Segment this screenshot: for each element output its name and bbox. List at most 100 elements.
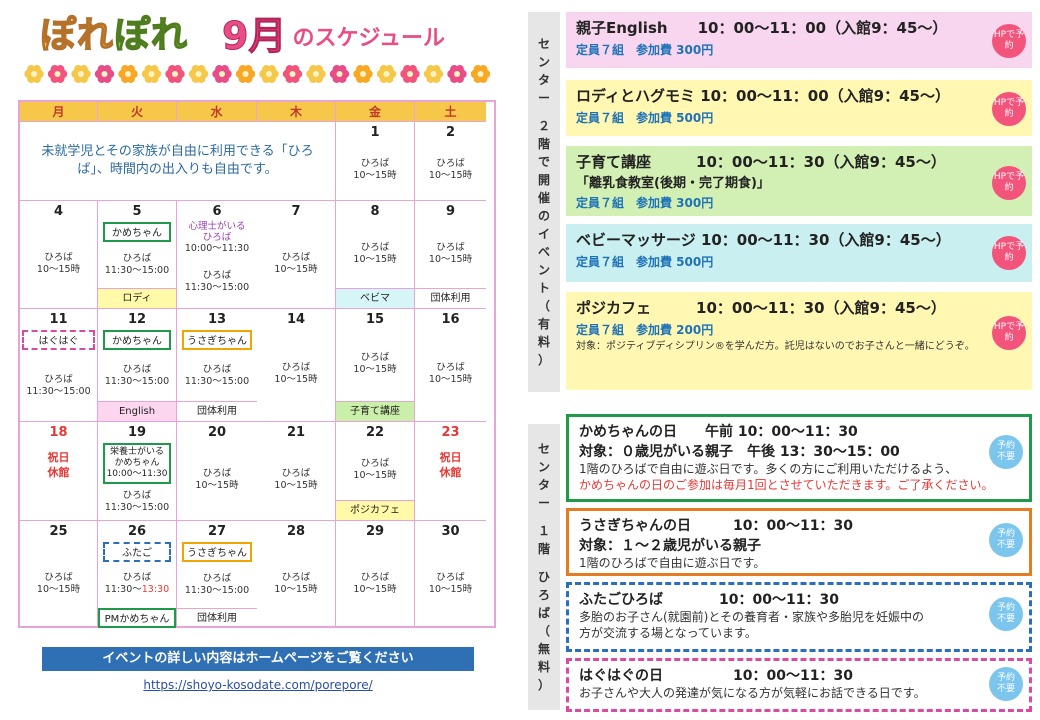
side-label-char: 階 <box>537 137 550 151</box>
kamechan-card: かめちゃんの日 午前 10：00〜11：30 対象：０歳児がいる親子 午後 13… <box>566 414 1032 502</box>
day-cell-23: 23 祝日休館 <box>415 422 486 521</box>
flower-center <box>454 71 460 77</box>
group-use-tag: 団体利用 <box>415 288 486 308</box>
kamechan-tag: かめちゃん <box>102 222 172 242</box>
flower-center <box>360 71 366 77</box>
page-subtitle: のスケジュール <box>292 26 445 51</box>
side-label-char: ー <box>537 496 550 510</box>
day-cell-21: 21 ひろば 10〜15時 <box>257 422 336 521</box>
event-card-posicafe: ポジカフェ 10：00〜11：30（入館9：45〜） 定員７組 参加費 200円… <box>566 292 1032 390</box>
day-cell-12: 12 かめちゃん ひろば 11:30〜15:00 English <box>98 309 177 422</box>
flower-center <box>407 71 413 77</box>
side-label-char: ン <box>537 263 550 277</box>
side-label-char: 階 <box>537 542 550 556</box>
side-label-char: の <box>537 209 550 223</box>
day-cell-13: 13 うさぎちゃん ひろば 11:30〜15:00 団体利用 <box>177 309 257 422</box>
day-cell-19: 19 栄養士がいる かめちゃん 10:00〜11:30 ひろば 11:30〜15:… <box>98 422 177 521</box>
weekday-thu: 木 <box>257 102 336 122</box>
usagichan-tag: うさぎちゃん <box>181 542 253 562</box>
page-header: ぽれぽれ 9月 のスケジュール <box>39 8 445 59</box>
side-label-char: ろ <box>537 588 550 602</box>
side-label-char: ひ <box>537 570 550 584</box>
side-label-char: タ <box>537 478 550 492</box>
flower-center <box>125 71 131 77</box>
side-label-char: ば <box>537 606 550 620</box>
hp-reserve-badge[interactable]: HPで予約 <box>992 316 1026 350</box>
day-cell-8: 8 ひろば 10〜15時 ベビマ <box>336 201 415 309</box>
side-label-char: 催 <box>537 191 550 205</box>
event-capacity: 定員７組 参加費 200円 <box>576 323 714 337</box>
event-title: 子育て講座 <box>576 153 652 171</box>
event-note: 対象：ポジティブディシプリン®を学んだ方。託児はないのでお子さんと一緒にどうぞ。 <box>576 341 975 352</box>
day-cell-18: 18 祝日休館 <box>20 422 98 521</box>
day-cell-4: 4 ひろば 10〜15時 <box>20 201 98 309</box>
side-label-char: ） <box>537 678 550 692</box>
no-reservation-badge: 予約 不要 <box>989 435 1023 469</box>
hp-reserve-badge[interactable]: HPで予約 <box>992 92 1026 126</box>
rody-tag: ロディ <box>98 288 176 308</box>
event-time: 10：00〜11：30（入館9：45〜） <box>696 299 946 317</box>
day-cell-29: 29 ひろば 10〜15時 <box>336 521 415 628</box>
day-cell-26: 26 ふたご ひろば 11:30〜13:30 PMかめちゃん <box>98 521 177 628</box>
side-label-char: （ <box>537 299 550 313</box>
hughug-card: はぐはぐの日 10：00〜11：30 お子さんや大人の発達が気になる方が気軽にお… <box>566 658 1032 712</box>
event-time: 10：00〜11：00（入館9：45〜） <box>697 19 948 37</box>
flower-center <box>383 71 390 77</box>
hp-reserve-badge[interactable]: HPで予約 <box>992 236 1026 270</box>
event-time: 10：00〜11：00（入館9：45〜） <box>700 87 950 105</box>
event-capacity: 定員７組 参加費 300円 <box>576 43 714 57</box>
side-label-char: 無 <box>537 642 550 656</box>
posicafe-tag: ポジカフェ <box>336 500 414 520</box>
homepage-link[interactable]: https://shoyo-kosodate.com/porepore/ <box>42 678 474 692</box>
floor2-events-label: センター ２ 階で開催のイベント（有料） <box>528 12 560 392</box>
event-capacity: 定員７組 参加費 500円 <box>576 111 714 125</box>
kamechan-tag: かめちゃん <box>102 330 172 350</box>
day-cell-16: 16 ひろば 10〜15時 <box>415 309 486 422</box>
english-tag: English <box>98 401 176 421</box>
event-title: ロディとハグモミ <box>576 87 695 105</box>
flower-center <box>219 71 225 77</box>
event-title: 親子English <box>576 19 668 37</box>
babymassage-tag: ベビマ <box>336 288 414 308</box>
flower-center <box>289 71 296 77</box>
no-reservation-badge: 予約 不要 <box>989 667 1023 701</box>
hughug-tag: はぐはぐ <box>21 330 96 350</box>
side-label-char: １ <box>537 524 550 538</box>
event-card-rody: ロディとハグモミ 10：00〜11：00（入館9：45〜） 定員７組 参加費 5… <box>566 80 1032 136</box>
event-capacity: 定員７組 参加費 300円 <box>576 196 714 210</box>
event-title: ベビーマッサージ <box>576 231 696 249</box>
floor1-hiroba-label: センター １ 階ひろば （ 無料 ） <box>528 424 560 710</box>
side-label-char: 有 <box>537 317 550 331</box>
event-card-lecture: 子育て講座 10：00〜11：30（入館9：45〜） 「離乳食教室(後期・完了期… <box>566 146 1032 216</box>
flower-center <box>148 71 155 77</box>
side-label-char: ト <box>537 281 550 295</box>
flower-center <box>172 71 178 77</box>
flower-center <box>477 71 484 77</box>
flower-center <box>242 71 249 77</box>
details-banner: イベントの詳しい内容はホームページをご覧ください <box>42 647 474 671</box>
group-use-tag: 団体利用 <box>177 401 257 421</box>
nutritionist-kamechan-tag: 栄養士がいる かめちゃん 10:00〜11:30 <box>102 443 172 484</box>
day-cell-1: 1 ひろば 10〜15時 <box>336 122 415 201</box>
day-cell-14: 14 ひろば 10〜15時 <box>257 309 336 422</box>
no-reservation-badge: 予約 不要 <box>989 597 1023 631</box>
flower-garland <box>24 65 491 83</box>
usagichan-card: うさぎちゃんの日 10：00〜11：30 対象：１〜２歳児がいる親子 1階のひろ… <box>566 508 1032 576</box>
flower-center <box>101 71 108 77</box>
holiday-label: 祝日休館 <box>439 451 462 479</box>
hp-reserve-badge[interactable]: HPで予約 <box>992 166 1026 200</box>
event-card-babymassage: ベビーマッサージ 10：00〜11：30（入館9：45〜） 定員７組 参加費 5… <box>566 224 1032 282</box>
day-cell-9: 9 ひろば 10〜15時 団体利用 <box>415 201 486 309</box>
month-label: 9月 <box>222 14 287 59</box>
day-cell-27: 27 うさぎちゃん ひろば 11:30〜15:00 団体利用 <box>177 521 257 628</box>
psychologist-tag: 心理士がいるひろば <box>188 221 246 243</box>
event-time: 10：00〜11：30（入館9：45〜） <box>696 153 946 171</box>
futago-card: ふたごひろば 10：00〜11：30 多胎のお子さん(就園前)とその養育者・家族… <box>566 582 1032 652</box>
event-card-english: 親子English 10：00〜11：00（入館9：45〜） 定員７組 参加費 … <box>566 12 1032 68</box>
hp-reserve-badge[interactable]: HPで予約 <box>992 24 1026 58</box>
side-label-char: ベ <box>537 245 550 259</box>
side-label-char: ン <box>537 55 550 69</box>
day-cell-11: 11 はぐはぐ ひろば 11:30〜15:00 <box>20 309 98 422</box>
weekday-mon: 月 <box>20 102 98 122</box>
day-cell-28: 28 ひろば 10〜15時 <box>257 521 336 628</box>
